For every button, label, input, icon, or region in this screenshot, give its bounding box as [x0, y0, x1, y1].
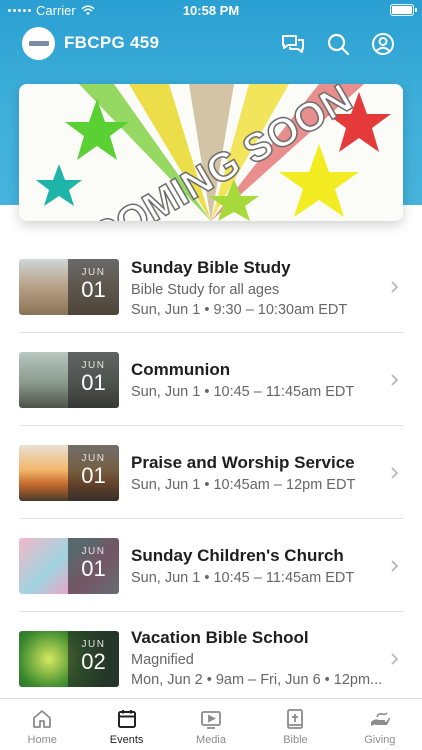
- event-item[interactable]: JUN 01 Communion Sun, Jun 1 • 10:45 – 11…: [0, 333, 422, 426]
- chevron-right-icon: [391, 281, 399, 293]
- tab-label: Bible: [283, 734, 308, 746]
- chevron-right-icon: [391, 560, 399, 572]
- event-title: Praise and Worship Service: [131, 453, 355, 472]
- tab-giving[interactable]: Giving: [338, 699, 422, 750]
- tab-bible[interactable]: Bible: [253, 699, 337, 750]
- event-subtitle: Magnified: [131, 652, 194, 668]
- date-day: 01: [81, 463, 106, 488]
- app-title: FBCPG 459: [64, 33, 160, 52]
- status-time: 10:58 PM: [182, 3, 240, 18]
- featured-banner[interactable]: COMING SOON: [19, 84, 403, 221]
- event-item[interactable]: JUN 01 Praise and Worship Service Sun, J…: [0, 426, 422, 519]
- date-badge: JUN 01: [68, 259, 119, 315]
- tab-events[interactable]: Events: [84, 699, 168, 750]
- chevron-right-icon: [391, 467, 399, 479]
- tab-label: Home: [27, 734, 57, 746]
- event-title: Vacation Bible School: [131, 628, 309, 647]
- date-badge: JUN 02: [68, 631, 119, 687]
- tab-label: Media: [196, 734, 226, 746]
- event-time: Sun, Jun 1 • 10:45 – 11:45am EDT: [131, 384, 355, 400]
- profile-icon[interactable]: [370, 31, 396, 57]
- app-bar: FBCPG 459: [0, 25, 422, 63]
- battery-icon: [390, 4, 417, 16]
- event-thumbnail: JUN 01: [19, 445, 119, 501]
- tab-media[interactable]: Media: [169, 699, 253, 750]
- event-time: Mon, Jun 2 • 9am – Fri, Jun 6 • 12pm...: [131, 672, 383, 688]
- tab-label: Events: [109, 734, 144, 746]
- event-item[interactable]: JUN 02 Vacation Bible School Magnified M…: [0, 612, 422, 705]
- tab-home[interactable]: Home: [0, 699, 84, 750]
- bible-icon: [287, 709, 304, 729]
- media-icon: [201, 711, 221, 729]
- date-badge: JUN 01: [68, 445, 119, 501]
- coming-soon-graphic: COMING SOON: [19, 84, 403, 221]
- home-icon: [33, 710, 52, 728]
- event-time: Sun, Jun 1 • 9:30 – 10:30am EDT: [131, 302, 348, 318]
- tab-label: Giving: [364, 734, 396, 746]
- date-badge: JUN 01: [68, 352, 119, 408]
- event-thumbnail: JUN 01: [19, 352, 119, 408]
- event-time: Sun, Jun 1 • 10:45 – 11:45am EDT: [131, 570, 355, 586]
- date-day: 01: [81, 370, 106, 395]
- search-icon[interactable]: [325, 31, 351, 57]
- date-day: 01: [81, 277, 106, 302]
- event-title: Sunday Children's Church: [131, 546, 344, 565]
- tab-bar: Home Events Media Bible Giving: [0, 698, 422, 750]
- event-thumbnail: JUN 01: [19, 259, 119, 315]
- event-thumbnail: JUN 02: [19, 631, 119, 687]
- event-thumbnail: JUN 01: [19, 538, 119, 594]
- event-title: Communion: [131, 360, 231, 379]
- date-day: 02: [81, 649, 106, 674]
- chat-icon[interactable]: [280, 31, 306, 57]
- events-list: JUN 01 Sunday Bible Study Bible Study fo…: [0, 240, 422, 705]
- status-bar: Carrier 10:58 PM: [0, 0, 422, 22]
- chevron-right-icon: [391, 374, 399, 386]
- event-item[interactable]: JUN 01 Sunday Children's Church Sun, Jun…: [0, 519, 422, 612]
- giving-icon: [370, 712, 390, 726]
- date-day: 01: [81, 556, 106, 581]
- event-time: Sun, Jun 1 • 10:45am – 12pm EDT: [131, 477, 356, 493]
- event-subtitle: Bible Study for all ages: [131, 282, 280, 298]
- calendar-icon: [117, 710, 136, 728]
- date-badge: JUN 01: [68, 538, 119, 594]
- church-logo[interactable]: [22, 27, 55, 60]
- event-item[interactable]: JUN 01 Sunday Bible Study Bible Study fo…: [0, 240, 422, 333]
- chevron-right-icon: [391, 653, 399, 665]
- event-title: Sunday Bible Study: [131, 258, 291, 277]
